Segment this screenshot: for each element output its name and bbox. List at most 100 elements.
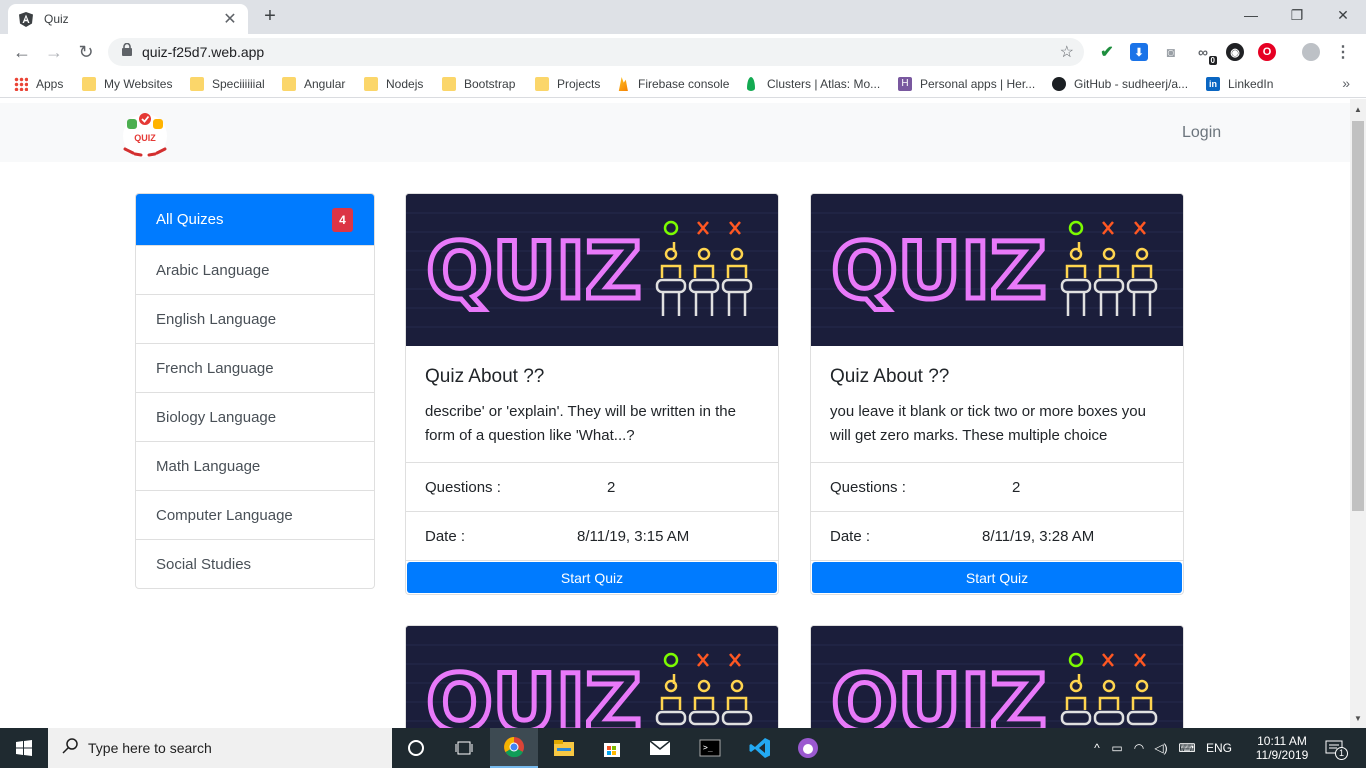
- date-value: 8/11/19, 3:15 AM: [577, 527, 690, 545]
- bookmark-angular[interactable]: Angular: [282, 75, 345, 93]
- forward-arrow-icon[interactable]: →: [42, 40, 66, 64]
- heroku-icon: H: [898, 77, 912, 91]
- folder-icon: [282, 77, 296, 91]
- menu-kebab-icon[interactable]: ⋮: [1334, 43, 1352, 61]
- mail-icon[interactable]: [636, 728, 684, 768]
- category-label: Math Language: [156, 457, 261, 475]
- category-item-english[interactable]: English Language: [136, 294, 374, 343]
- bookmark-projects[interactable]: Projects: [535, 75, 600, 93]
- category-item-french[interactable]: French Language: [136, 343, 374, 392]
- category-label: English Language: [156, 310, 277, 328]
- quiz-logo[interactable]: QUIZ: [120, 111, 170, 158]
- battery-icon[interactable]: ▭: [1106, 741, 1128, 755]
- svg-text:>_: >_: [703, 743, 713, 752]
- quiz-count-badge: 4: [332, 208, 353, 232]
- category-item-computer[interactable]: Computer Language: [136, 490, 374, 539]
- angular-favicon-icon: [18, 11, 34, 27]
- privacy-extension-icon[interactable]: ◉: [1226, 43, 1244, 61]
- vscode-icon[interactable]: [736, 728, 784, 768]
- github-icon: [1052, 77, 1066, 91]
- bookmark-github[interactable]: GitHub - sudheerj/a...: [1052, 75, 1188, 93]
- close-tab-icon[interactable]: ✕: [222, 9, 238, 29]
- reload-icon[interactable]: ↻: [74, 40, 98, 64]
- restore-icon[interactable]: ❐: [1274, 0, 1320, 30]
- category-item-all-quizes[interactable]: All Quizes 4: [136, 194, 374, 245]
- clock-time: 10:11 AM: [1257, 734, 1307, 748]
- category-item-math[interactable]: Math Language: [136, 441, 374, 490]
- quiz-banner-image: QUIZ: [406, 194, 778, 346]
- camera-extension-icon[interactable]: ◙: [1162, 43, 1180, 61]
- extension-badge: 0: [1208, 56, 1217, 65]
- quiz-card: QUIZ: [405, 625, 779, 728]
- url-text: quiz-f25d7.web.app: [142, 44, 265, 60]
- login-link[interactable]: Login: [1182, 124, 1221, 142]
- category-list: All Quizes 4 Arabic Language English Lan…: [135, 193, 375, 589]
- taskbar-search-input[interactable]: Type here to search: [48, 728, 392, 768]
- folder-icon: [535, 77, 549, 91]
- windows-start-icon[interactable]: [0, 728, 48, 768]
- page-scrollbar[interactable]: ▲ ▼: [1350, 99, 1366, 728]
- category-label: Biology Language: [156, 408, 277, 426]
- bookmark-speciiiiiial[interactable]: Speciiiiiial: [190, 75, 265, 93]
- start-quiz-button[interactable]: Start Quiz: [812, 562, 1182, 593]
- sync-extension-icon[interactable]: ∞ 0: [1194, 43, 1217, 65]
- close-window-icon[interactable]: ✕: [1320, 0, 1366, 30]
- keyboard-icon[interactable]: ⌨: [1172, 741, 1202, 755]
- card-description: describe' or 'explain'. They will be wri…: [425, 403, 736, 444]
- download-extension-icon[interactable]: ⬇: [1130, 43, 1148, 61]
- terminal-icon[interactable]: >_: [686, 728, 734, 768]
- category-item-social-studies[interactable]: Social Studies: [136, 539, 374, 588]
- category-label: Computer Language: [156, 506, 293, 524]
- questions-label: Questions :: [830, 478, 906, 496]
- new-tab-icon[interactable]: +: [258, 5, 282, 28]
- show-hidden-icons-icon[interactable]: ^: [1088, 741, 1106, 755]
- questions-value: 2: [607, 478, 616, 496]
- volume-icon[interactable]: ◁): [1150, 741, 1172, 755]
- clock[interactable]: 10:11 AM 11/9/2019: [1250, 728, 1314, 768]
- language-indicator[interactable]: ENG: [1202, 741, 1236, 755]
- store-icon[interactable]: [588, 728, 636, 768]
- scroll-up-icon[interactable]: ▲: [1350, 101, 1366, 117]
- bookmark-atlas-clusters[interactable]: Clusters | Atlas: Mo...: [744, 75, 880, 93]
- bookmark-linkedin[interactable]: in LinkedIn: [1206, 75, 1273, 93]
- browser-tab[interactable]: Quiz ✕: [8, 4, 248, 34]
- banner-quiz-text: QUIZ: [831, 659, 1046, 728]
- quiz-banner-image: QUIZ: [811, 194, 1183, 346]
- date-row: Date : 8/11/19, 3:15 AM: [406, 512, 778, 561]
- folder-icon: [190, 77, 204, 91]
- bookmark-star-icon[interactable]: ☆: [1060, 42, 1074, 62]
- adblock-extension-icon[interactable]: O: [1258, 43, 1276, 61]
- chrome-taskbar-icon[interactable]: [490, 728, 538, 768]
- bookmark-my-websites[interactable]: My Websites: [82, 75, 172, 93]
- wifi-icon[interactable]: ◠: [1128, 741, 1150, 755]
- lock-icon: [122, 42, 132, 61]
- profile-avatar-icon[interactable]: [1302, 43, 1320, 61]
- banner-quiz-text: QUIZ: [831, 227, 1046, 317]
- bookmarks-overflow-icon[interactable]: »: [1342, 75, 1350, 91]
- bookmark-nodejs[interactable]: Nodejs: [364, 75, 423, 93]
- github-desktop-icon[interactable]: [784, 728, 832, 768]
- date-row: Date : 8/11/19, 3:28 AM: [811, 512, 1183, 561]
- category-item-biology[interactable]: Biology Language: [136, 392, 374, 441]
- card-body: Quiz About ?? describe' or 'explain'. Th…: [406, 346, 778, 463]
- bookmark-apps[interactable]: Apps: [14, 75, 63, 93]
- bookmarks-bar: Apps My Websites Speciiiiiial Angular No…: [0, 70, 1366, 98]
- bookmark-bootstrap[interactable]: Bootstrap: [442, 75, 515, 93]
- file-explorer-icon[interactable]: [540, 728, 588, 768]
- task-view-icon[interactable]: [440, 728, 488, 768]
- start-quiz-button[interactable]: Start Quiz: [407, 562, 777, 593]
- banner-quiz-text: QUIZ: [426, 659, 641, 728]
- cortana-icon[interactable]: [392, 728, 440, 768]
- system-tray: ^ ▭ ◠ ◁) ⌨ ENG: [1088, 728, 1236, 768]
- bookmark-heroku-apps[interactable]: H Personal apps | Her...: [898, 75, 1035, 93]
- scroll-down-icon[interactable]: ▼: [1350, 710, 1366, 726]
- action-center-icon[interactable]: 1: [1322, 728, 1348, 768]
- scroll-thumb[interactable]: [1352, 121, 1364, 511]
- address-bar[interactable]: quiz-f25d7.web.app ☆: [108, 38, 1084, 66]
- category-item-arabic[interactable]: Arabic Language: [136, 245, 374, 294]
- category-label: Social Studies: [156, 555, 252, 573]
- extension-green-icon[interactable]: ✔: [1098, 43, 1116, 61]
- back-arrow-icon[interactable]: ←: [10, 40, 34, 64]
- bookmark-firebase-console[interactable]: Firebase console: [616, 75, 729, 93]
- minimize-icon[interactable]: —: [1228, 0, 1274, 30]
